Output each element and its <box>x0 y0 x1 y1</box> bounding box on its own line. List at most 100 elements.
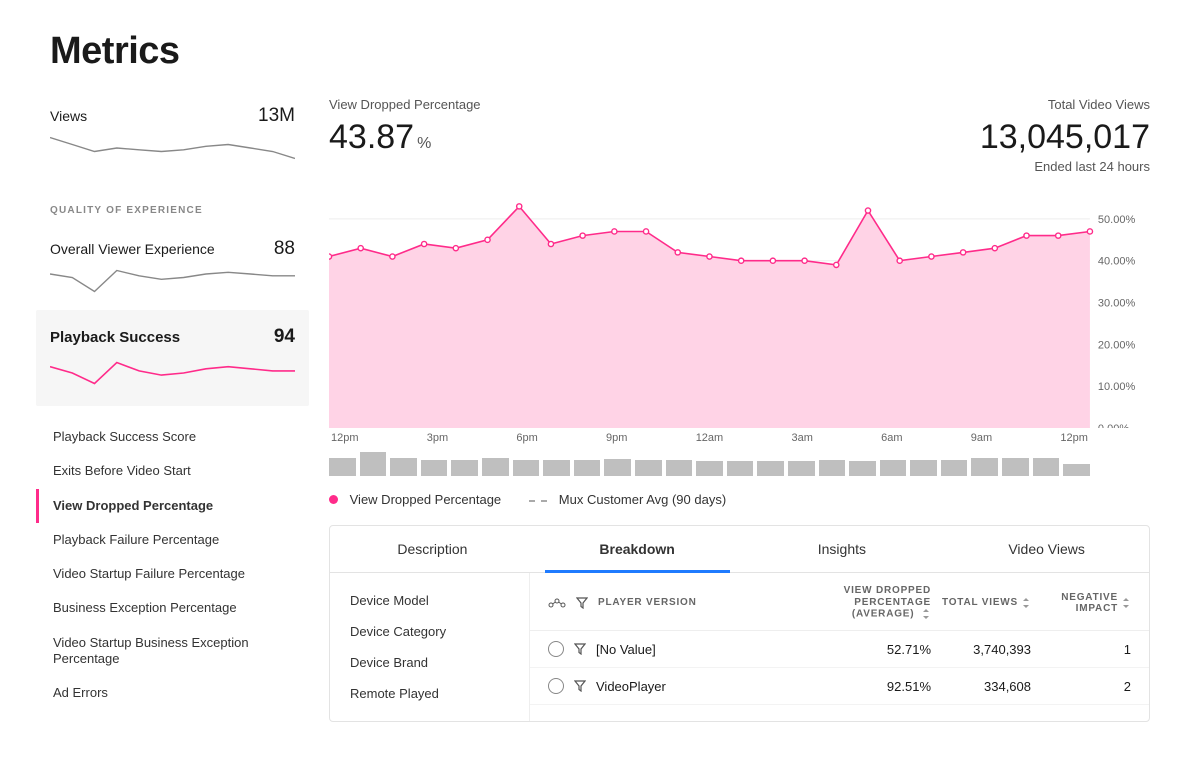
histogram-bar[interactable] <box>788 461 815 476</box>
x-tick: 3pm <box>427 432 448 444</box>
histogram-bar[interactable] <box>819 460 846 476</box>
histogram-bar[interactable] <box>696 461 723 476</box>
sidebar-sub-item[interactable]: Business Exception Percentage <box>36 591 295 625</box>
breakdown-filter-item[interactable]: Device Category <box>330 616 529 647</box>
histogram-bar[interactable] <box>543 460 570 476</box>
row-view-dropped: 92.51% <box>791 679 931 694</box>
header-right-value: 13,045,017 <box>980 118 1150 157</box>
panel-tabs: DescriptionBreakdownInsightsVideo Views <box>330 526 1149 573</box>
tab-insights[interactable]: Insights <box>740 526 945 572</box>
tab-description[interactable]: Description <box>330 526 535 572</box>
tab-breakdown[interactable]: Breakdown <box>535 526 740 572</box>
histogram-bar[interactable] <box>1063 464 1090 476</box>
sort-icon <box>921 608 931 620</box>
histogram-bar[interactable] <box>482 458 509 476</box>
sidebar-sub-item[interactable]: Exits Before Video Start <box>36 454 295 488</box>
svg-text:0.00%: 0.00% <box>1098 423 1129 428</box>
histogram-bar[interactable] <box>880 460 907 476</box>
histogram-bar[interactable] <box>910 460 937 476</box>
histogram-bar[interactable] <box>451 460 478 476</box>
sidebar: Views 13M QUALITY OF EXPERIENCE Overall … <box>50 97 295 722</box>
histogram-bar[interactable] <box>941 460 968 476</box>
col-total-views[interactable]: TOTAL VIEWS <box>941 597 1031 609</box>
sidebar-playback-value: 94 <box>274 326 295 348</box>
filter-icon[interactable] <box>574 680 586 692</box>
sidebar-views-value: 13M <box>258 105 295 127</box>
sidebar-sub-item[interactable]: Video Startup Failure Percentage <box>36 557 295 591</box>
main-chart-wrap: 50.00% 40.00% 30.00% 20.00% 10.00% 0.00% 12pm… <box>329 198 1150 507</box>
header-right-sub: Ended last 24 hours <box>980 159 1150 174</box>
breakdown-nodes-icon[interactable] <box>548 598 566 608</box>
sidebar-section-label: QUALITY OF EXPERIENCE <box>50 205 295 216</box>
breakdown-filter-item[interactable]: Remote Played <box>330 678 529 709</box>
breakdown-filter-item[interactable]: Device Brand <box>330 647 529 678</box>
histogram-bar[interactable] <box>421 460 448 476</box>
breakdown-left-list: Device ModelDevice CategoryDevice BrandR… <box>330 573 530 721</box>
histogram-bar[interactable] <box>513 460 540 476</box>
sidebar-overall-spark <box>50 266 295 296</box>
table-row[interactable]: [No Value]52.71%3,740,3931 <box>530 631 1149 668</box>
histogram-bar[interactable] <box>360 452 387 476</box>
page-title: Metrics <box>50 30 1150 73</box>
sort-icon <box>1021 597 1031 609</box>
col-view-dropped[interactable]: VIEW DROPPED PERCENTAGE (AVERAGE) <box>791 585 931 620</box>
svg-text:30.00%: 30.00% <box>1098 298 1136 310</box>
main-chart[interactable]: 50.00% 40.00% 30.00% 20.00% 10.00% 0.00% <box>329 198 1150 428</box>
svg-text:50.00%: 50.00% <box>1098 214 1136 226</box>
svg-text:10.00%: 10.00% <box>1098 381 1136 393</box>
histogram-bar[interactable] <box>329 458 356 476</box>
row-name: [No Value] <box>574 642 781 657</box>
sidebar-overall-card[interactable]: Overall Viewer Experience 88 <box>50 230 295 310</box>
chart-legend: View Dropped Percentage Mux Customer Avg… <box>329 492 1150 507</box>
histogram-bar[interactable] <box>1002 458 1029 476</box>
row-name: VideoPlayer <box>574 679 781 694</box>
sidebar-sub-item[interactable]: View Dropped Percentage <box>36 489 295 523</box>
sidebar-views-spark <box>50 133 295 163</box>
filter-icon[interactable] <box>574 643 586 655</box>
x-tick: 9pm <box>606 432 627 444</box>
breakdown-table-head: PLAYER VERSION VIEW DROPPED PERCENTAGE (… <box>530 573 1149 631</box>
sidebar-overall-label: Overall Viewer Experience <box>50 241 215 257</box>
sidebar-sub-item[interactable]: Ad Errors <box>36 676 295 710</box>
histogram-bar[interactable] <box>604 459 631 476</box>
chart-histogram[interactable] <box>329 452 1090 476</box>
histogram-bar[interactable] <box>849 461 876 476</box>
row-negative-impact: 1 <box>1041 642 1131 657</box>
row-radio[interactable] <box>548 678 564 694</box>
col-player-version[interactable]: PLAYER VERSION <box>598 597 697 608</box>
sidebar-playback-card[interactable]: Playback Success 94 <box>36 310 309 406</box>
histogram-bar[interactable] <box>727 461 754 476</box>
histogram-bar[interactable] <box>971 458 998 476</box>
tab-video-views[interactable]: Video Views <box>944 526 1149 572</box>
breakdown-filter-item[interactable]: Device Model <box>330 585 529 616</box>
header-left-value: 43.87% <box>329 118 481 157</box>
histogram-bar[interactable] <box>574 460 601 476</box>
histogram-bar[interactable] <box>390 458 417 476</box>
sidebar-views-label: Views <box>50 108 87 124</box>
legend-item-primary: View Dropped Percentage <box>329 492 501 507</box>
x-tick: 6pm <box>516 432 537 444</box>
row-negative-impact: 2 <box>1041 679 1131 694</box>
x-tick: 12pm <box>331 432 359 444</box>
sidebar-sub-item[interactable]: Playback Failure Percentage <box>36 523 295 557</box>
col-negative-impact[interactable]: NEGATIVE IMPACT <box>1041 592 1131 614</box>
legend-item-avg: Mux Customer Avg (90 days) <box>529 492 726 507</box>
svg-text:20.00%: 20.00% <box>1098 339 1136 351</box>
main-header: View Dropped Percentage 43.87% Total Vid… <box>329 97 1150 174</box>
x-tick: 12pm <box>1060 432 1088 444</box>
sort-icon <box>1121 597 1131 609</box>
histogram-bar[interactable] <box>635 460 662 476</box>
histogram-bar[interactable] <box>666 460 693 476</box>
row-radio[interactable] <box>548 641 564 657</box>
sidebar-sub-item[interactable]: Playback Success Score <box>36 420 295 454</box>
sidebar-overall-value: 88 <box>274 238 295 260</box>
filter-icon[interactable] <box>576 597 588 609</box>
x-tick: 3am <box>791 432 812 444</box>
histogram-bar[interactable] <box>1033 458 1060 476</box>
x-tick: 6am <box>881 432 902 444</box>
sidebar-sub-item[interactable]: Video Startup Business Exception Percent… <box>36 626 295 677</box>
svg-text:40.00%: 40.00% <box>1098 256 1136 268</box>
histogram-bar[interactable] <box>757 461 784 476</box>
sidebar-views-card[interactable]: Views 13M <box>50 97 295 177</box>
table-row[interactable]: VideoPlayer92.51%334,6082 <box>530 668 1149 705</box>
